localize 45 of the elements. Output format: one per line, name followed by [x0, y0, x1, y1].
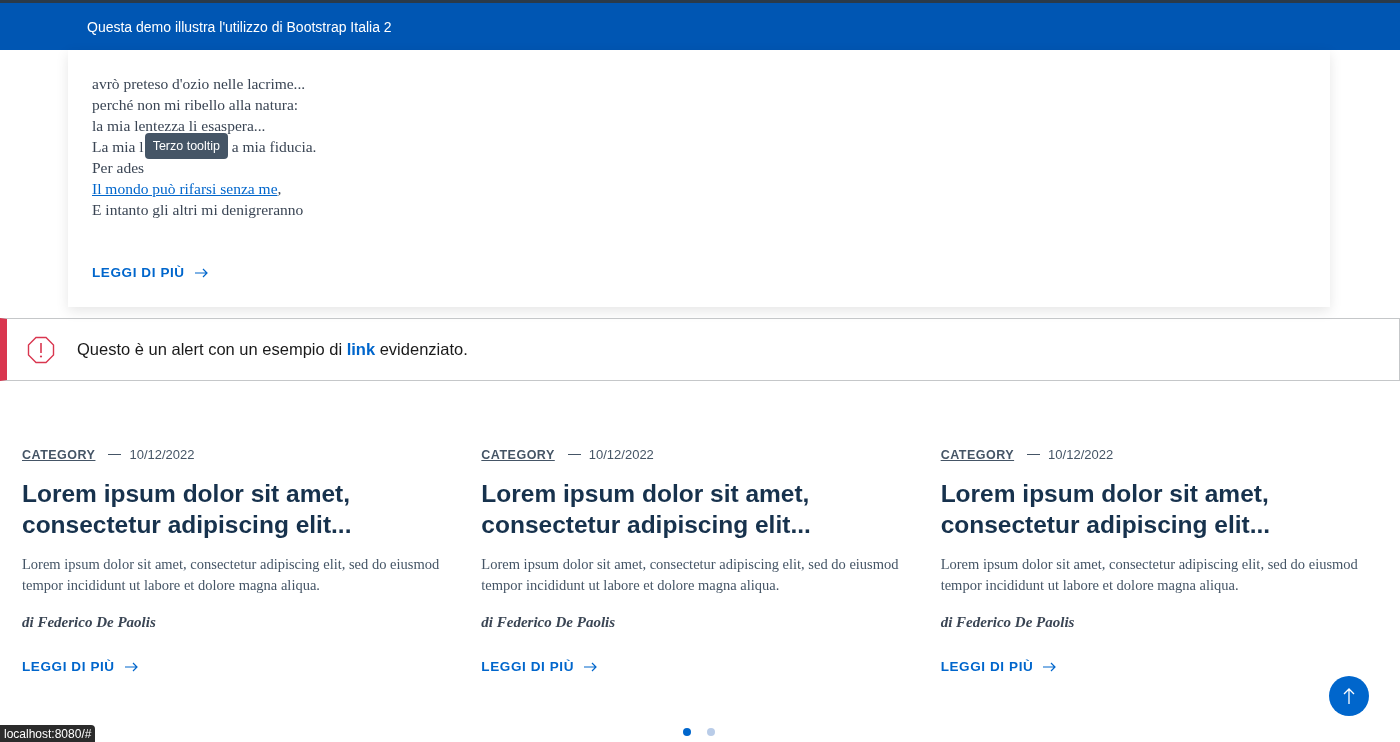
dash-separator: [567, 454, 581, 455]
status-url: localhost:8080/#: [0, 725, 96, 742]
arrow-right-icon: [584, 661, 598, 672]
poem-line: avrò preteso d'ozio nelle lacrime...: [92, 74, 306, 94]
arrow-right-icon: [1043, 661, 1057, 672]
tooltip: Terzo tooltip: [144, 133, 229, 159]
poem-line: E intanto gli altri mi denigreranno: [92, 200, 304, 220]
alert-link[interactable]: link: [346, 340, 376, 358]
read-more-link[interactable]: LEGGI DI PIÙ: [481, 659, 598, 674]
poem-line: Per ades: [92, 158, 145, 178]
article-author: di Federico De Paolis: [22, 614, 157, 631]
read-more-link[interactable]: LEGGI DI PIÙ: [92, 265, 208, 280]
poem-line: la mia lentezza li esaspera...: [92, 116, 266, 136]
poem-link[interactable]: Il mondo può rifarsi senza me: [92, 178, 278, 199]
article-title: Lorem ipsum dolor sit amet, consectetur adipiscing elit...: [481, 479, 812, 540]
category-link[interactable]: CATEGORY: [22, 447, 96, 462]
read-more-link[interactable]: LEGGI DI PIÙ: [940, 659, 1057, 674]
pagination-dot[interactable]: [707, 728, 715, 736]
article-title: Lorem ipsum dolor sit amet, consectetur adipiscing elit...: [22, 479, 353, 540]
article-text: Lorem ipsum dolor sit amet, consectetur adipiscing elit, sed do eiusmod tempor incididunt ut labore et dolore magna aliqua.: [481, 555, 900, 595]
article-date: 10/12/2022: [588, 447, 654, 462]
article-title: Lorem ipsum dolor sit amet, consectetur adipiscing elit...: [940, 479, 1272, 540]
poem-line: perché non mi ribello alla natura:: [92, 95, 299, 115]
comma: ,: [277, 179, 282, 199]
arrow-right-icon: [124, 661, 138, 672]
category-link[interactable]: CATEGORY: [940, 447, 1015, 462]
warning-icon: [27, 335, 55, 364]
article-text: Lorem ipsum dolor sit amet, consectetur adipiscing elit, sed do eiusmod tempor incididunt ut labore et dolore magna aliqua.: [22, 555, 441, 595]
category-link[interactable]: CATEGORY: [481, 447, 555, 462]
article-text: Lorem ipsum dolor sit amet, consectetur adipiscing elit, sed do eiusmod tempor incididunt ut labore et dolore magna aliqua.: [940, 555, 1359, 595]
dash-separator: [1027, 454, 1041, 455]
poem-line: a mia fiducia.: [231, 137, 317, 157]
dash-separator: [108, 454, 122, 455]
article-date: 10/12/2022: [129, 447, 195, 462]
read-more-link[interactable]: LEGGI DI PIÙ: [22, 659, 138, 674]
poem-line: La mia l: [92, 137, 144, 157]
article-author: di Federico De Paolis: [940, 614, 1076, 631]
pagination-dot[interactable]: [683, 728, 691, 736]
top-bar-text: Questa demo illustra l'utilizzo di Bootstrap Italia 2: [87, 18, 392, 35]
arrow-up-icon: [1343, 688, 1355, 704]
back-to-top-button[interactable]: [1329, 676, 1369, 716]
article-date: 10/12/2022: [1048, 447, 1114, 462]
alert-text: Questo è un alert con un esempio di link evidenziato.: [77, 340, 468, 359]
arrow-right-icon: [194, 267, 208, 278]
article-author: di Federico De Paolis: [481, 614, 617, 631]
